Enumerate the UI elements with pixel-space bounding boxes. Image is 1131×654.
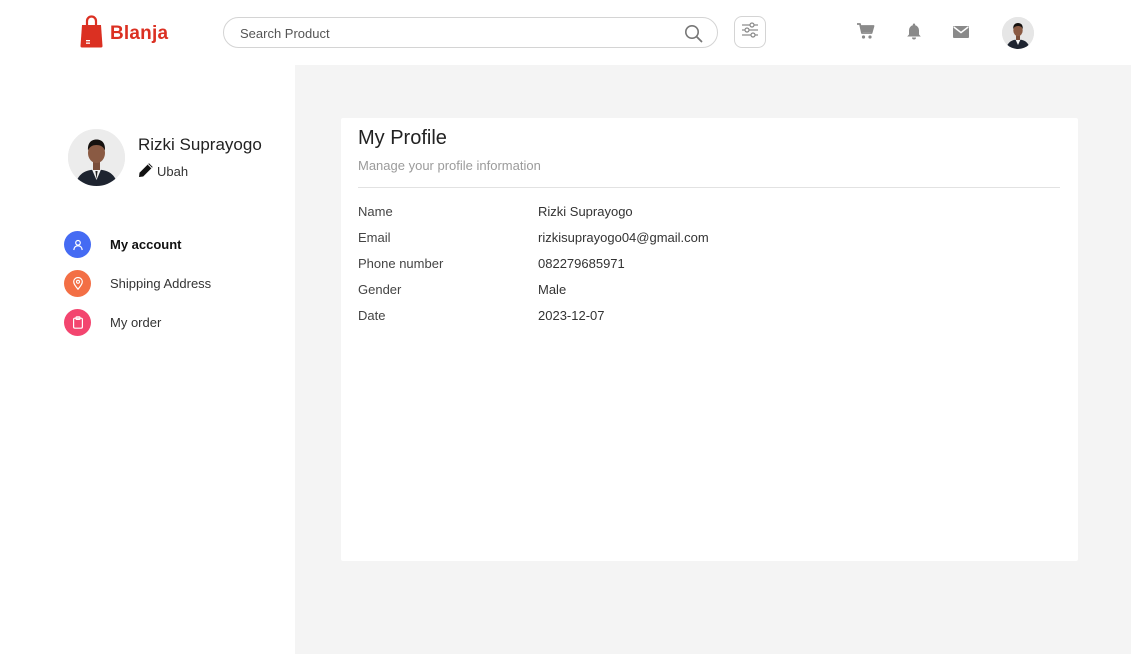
top-navbar: Blanja (0, 0, 1131, 65)
sidebar-item-label: Shipping Address (110, 276, 212, 291)
clipboard-icon (64, 309, 91, 336)
brand-name: Blanja (110, 23, 169, 44)
divider (358, 187, 1060, 188)
filter-button[interactable] (734, 16, 766, 48)
sidebar-item-shipping-address[interactable]: Shipping Address (64, 270, 211, 297)
profile-username: Rizki Suprayogo (138, 135, 262, 154)
field-value: Male (538, 282, 567, 297)
field-label: Gender (358, 282, 402, 297)
brand-logo[interactable]: Blanja (80, 15, 168, 53)
cart-icon[interactable] (856, 22, 875, 46)
search-icon[interactable] (684, 24, 703, 48)
user-avatar[interactable] (1002, 17, 1034, 49)
mail-icon[interactable] (952, 25, 970, 44)
shopping-bag-icon (80, 15, 103, 53)
pencil-icon (138, 162, 154, 181)
page-title: My Profile (358, 127, 447, 149)
field-label: Name (358, 204, 393, 219)
filter-icon (741, 21, 759, 43)
sidebar-nav: My account Shipping Address My order (64, 231, 211, 348)
field-value: rizkisuprayogo04@gmail.com (538, 230, 709, 245)
edit-profile-label: Ubah (157, 164, 189, 179)
profile-card: My Profile Manage your profile informati… (341, 118, 1078, 561)
bell-icon[interactable] (906, 22, 922, 46)
user-icon (64, 231, 91, 258)
profile-avatar (68, 129, 125, 186)
sidebar-item-label: My order (110, 315, 162, 330)
search-input[interactable] (240, 24, 660, 42)
edit-profile-link[interactable]: Ubah (138, 162, 188, 181)
field-value: 2023-12-07 (538, 308, 605, 323)
page-subtitle: Manage your profile information (358, 158, 541, 173)
field-label: Date (358, 308, 386, 323)
sidebar: Rizki Suprayogo Ubah My account Shipping… (0, 65, 295, 654)
search-bar (223, 17, 718, 48)
sidebar-item-my-account[interactable]: My account (64, 231, 211, 258)
main-content: My Profile Manage your profile informati… (295, 65, 1131, 654)
field-value: 082279685971 (538, 256, 625, 271)
location-icon (64, 270, 91, 297)
sidebar-item-label: My account (110, 237, 182, 252)
field-value: Rizki Suprayogo (538, 204, 633, 219)
field-label: Phone number (358, 256, 444, 271)
sidebar-item-my-order[interactable]: My order (64, 309, 211, 336)
field-label: Email (358, 230, 391, 245)
